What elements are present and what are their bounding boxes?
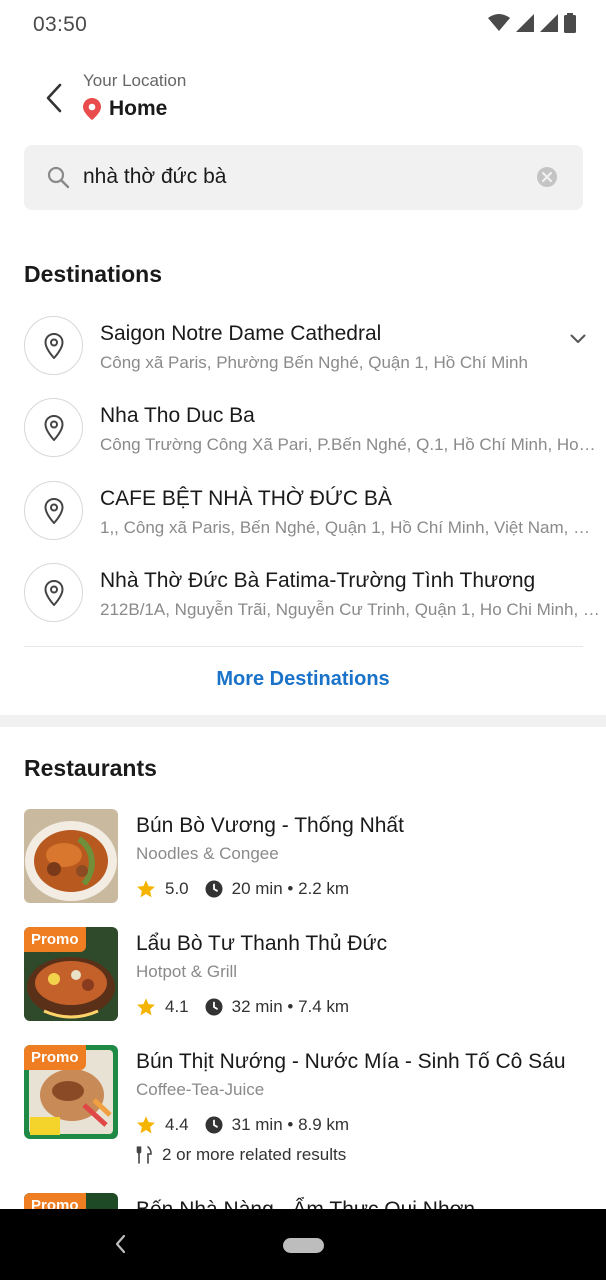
more-destinations-button[interactable]: More Destinations bbox=[0, 668, 606, 691]
destination-pin bbox=[24, 316, 83, 375]
restaurant-category: Coffee-Tea-Juice bbox=[136, 1080, 265, 1099]
location-value: Home bbox=[109, 97, 168, 120]
destination-item[interactable]: CAFE BỆT NHÀ THỜ ĐỨC BÀ 1,, Công xã Pari… bbox=[0, 481, 606, 561]
destination-address: 1,, Công xã Paris, Bến Nghé, Quận 1, Hồ … bbox=[100, 518, 600, 537]
clock-icon bbox=[205, 880, 223, 898]
star-icon bbox=[137, 880, 155, 898]
destination-address: Công xã Paris, Phường Bến Nghé, Quận 1, … bbox=[100, 353, 528, 372]
clock-icon bbox=[205, 1116, 223, 1134]
search-input[interactable]: nhà thờ đức bà bbox=[24, 145, 583, 210]
map-pin-icon bbox=[43, 414, 64, 441]
restaurant-item[interactable]: Promo Bến Nhà Nàng - Ẩm Thực Qui Nhơn bbox=[0, 1193, 606, 1209]
restaurant-time-distance: 31 min • 8.9 km bbox=[231, 1115, 350, 1134]
search-query: nhà thờ đức bà bbox=[83, 165, 227, 188]
restaurant-meta: 5.0 20 min • 2.2 km bbox=[136, 879, 349, 899]
search-icon bbox=[47, 166, 70, 189]
restaurant-name: Bún Thịt Nướng - Nước Mía - Sinh Tố Cô S… bbox=[136, 1050, 566, 1073]
promo-badge: Promo bbox=[24, 1193, 86, 1209]
nav-home-pill[interactable] bbox=[283, 1238, 324, 1253]
restaurant-thumbnail: Promo bbox=[24, 1193, 118, 1209]
signal-icon-2 bbox=[540, 14, 558, 32]
destination-address: Công Trường Công Xã Pari, P.Bến Nghé, Q.… bbox=[100, 435, 600, 454]
related-results-label: 2 or more related results bbox=[162, 1145, 347, 1164]
destination-pin bbox=[24, 481, 83, 540]
header: Your Location Home bbox=[0, 60, 606, 140]
destination-name: Nha Tho Duc Ba bbox=[100, 404, 255, 427]
destination-pin bbox=[24, 398, 83, 457]
location-label: Your Location bbox=[83, 71, 187, 90]
restaurant-name: Bún Bò Vương - Thống Nhất bbox=[136, 814, 404, 837]
destination-name: Nhà Thờ Đức Bà Fatima-Trường Tình Thương bbox=[100, 569, 536, 592]
star-icon bbox=[137, 1116, 155, 1134]
system-nav-bar bbox=[0, 1209, 606, 1280]
restaurant-category: Hotpot & Grill bbox=[136, 962, 238, 981]
restaurant-meta: 4.4 31 min • 8.9 km bbox=[136, 1115, 349, 1135]
restaurant-rating: 5.0 bbox=[165, 879, 189, 898]
restaurant-meta: 4.1 32 min • 7.4 km bbox=[136, 997, 349, 1017]
section-separator bbox=[0, 715, 606, 727]
restaurant-thumbnail: Promo bbox=[24, 1045, 118, 1139]
clear-icon[interactable] bbox=[536, 166, 558, 188]
restaurant-item[interactable]: Bún Bò Vương - Thống Nhất Noodles & Cong… bbox=[0, 809, 606, 919]
restaurant-thumbnail: Promo bbox=[24, 927, 118, 1021]
noodle-bowl-image bbox=[24, 809, 118, 903]
destination-address: 212B/1A, Nguyễn Trãi, Nguyễn Cư Trinh, Q… bbox=[100, 600, 600, 619]
restaurant-name: Bến Nhà Nàng - Ẩm Thực Qui Nhơn bbox=[136, 1198, 475, 1209]
restaurant-time-distance: 20 min • 2.2 km bbox=[231, 879, 350, 898]
restaurant-item[interactable]: Promo Lẩu Bò Tư Thanh Thủ Đức Hotpot & G… bbox=[0, 927, 606, 1037]
star-icon bbox=[137, 998, 155, 1016]
destination-item[interactable]: Saigon Notre Dame Cathedral Công xã Pari… bbox=[0, 316, 606, 396]
map-pin-icon bbox=[43, 579, 64, 606]
nav-back-icon[interactable] bbox=[114, 1234, 126, 1254]
promo-badge: Promo bbox=[24, 1045, 86, 1070]
restaurants-title: Restaurants bbox=[24, 755, 157, 781]
back-arrow-icon bbox=[46, 83, 62, 113]
destination-item[interactable]: Nha Tho Duc Ba Công Trường Công Xã Pari,… bbox=[0, 398, 606, 478]
chevron-down-icon[interactable] bbox=[570, 334, 586, 344]
destination-pin bbox=[24, 563, 83, 622]
restaurant-thumbnail bbox=[24, 809, 118, 903]
destination-name: CAFE BỆT NHÀ THỜ ĐỨC BÀ bbox=[100, 487, 392, 510]
location-pin-icon bbox=[83, 98, 101, 120]
battery-icon bbox=[564, 13, 576, 33]
promo-badge: Promo bbox=[24, 927, 86, 952]
status-bar: 03:50 bbox=[0, 0, 606, 48]
status-icons bbox=[488, 13, 576, 33]
restaurant-rating: 4.1 bbox=[165, 997, 189, 1016]
utensils-icon bbox=[136, 1146, 152, 1164]
restaurant-time-distance: 32 min • 7.4 km bbox=[231, 997, 350, 1016]
map-pin-icon bbox=[43, 332, 64, 359]
related-results[interactable]: 2 or more related results bbox=[136, 1145, 346, 1165]
signal-icon bbox=[516, 14, 534, 32]
destinations-title: Destinations bbox=[24, 261, 163, 287]
status-time: 03:50 bbox=[33, 13, 88, 36]
destination-name: Saigon Notre Dame Cathedral bbox=[100, 322, 382, 345]
restaurant-name: Lẩu Bò Tư Thanh Thủ Đức bbox=[136, 932, 388, 955]
divider bbox=[24, 646, 583, 647]
back-button[interactable] bbox=[36, 80, 72, 116]
map-pin-icon bbox=[43, 497, 64, 524]
restaurant-rating: 4.4 bbox=[165, 1115, 189, 1134]
clock-icon bbox=[205, 998, 223, 1016]
wifi-icon bbox=[488, 14, 510, 31]
location-selector[interactable]: Home bbox=[83, 97, 167, 121]
destination-item[interactable]: Nhà Thờ Đức Bà Fatima-Trường Tình Thương… bbox=[0, 563, 606, 643]
restaurant-item[interactable]: Promo Bún Thịt Nướng - Nước Mía - Sinh T… bbox=[0, 1045, 606, 1164]
restaurant-category: Noodles & Congee bbox=[136, 844, 279, 863]
